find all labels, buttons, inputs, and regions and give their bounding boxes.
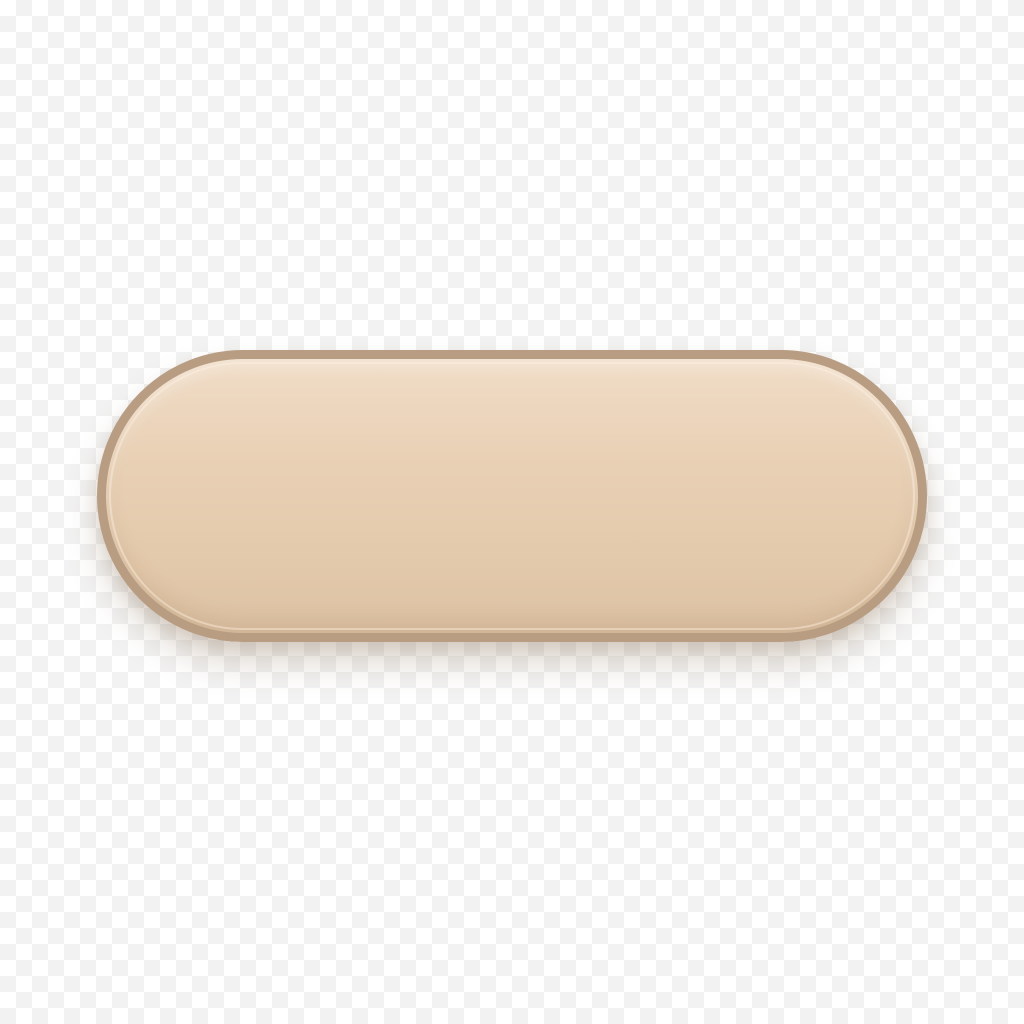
transparent-canvas [0, 0, 1024, 1024]
pill-button[interactable] [97, 350, 927, 642]
